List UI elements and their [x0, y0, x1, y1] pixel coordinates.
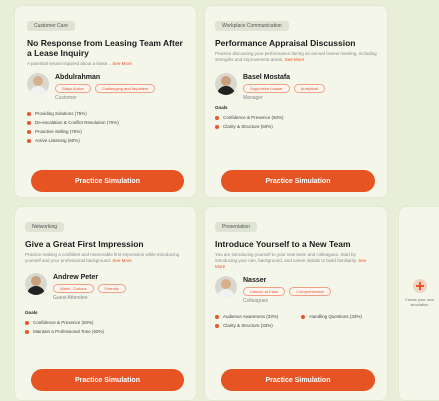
scenario-card[interactable]: Workplace Communication Performance Appr… [204, 5, 388, 198]
persona-trait-pill: Warm, Curious [53, 284, 94, 293]
goal-item: Providing Solutions (75%) [27, 109, 186, 118]
persona-name: Abdulrahman [55, 74, 101, 81]
persona: Basel Mostafa Supportive Leader Analytic… [215, 73, 377, 101]
persona: Nasser Casual, at Ease Comprehensive Col… [215, 276, 377, 304]
practice-simulation-button[interactable]: Practice Simulation [221, 369, 375, 391]
bullet-icon [27, 120, 31, 125]
see-more-link[interactable]: See More [112, 258, 132, 263]
persona: Abdulrahman Stays Active Challenging and… [27, 73, 186, 101]
category-tag: Customer Care [27, 21, 75, 31]
scenario-description: You are introducing yourself to your new… [215, 252, 367, 269]
plus-icon [412, 279, 427, 293]
persona-trait-pill: Friendly [97, 284, 126, 293]
goal-item: Handling Questions (33%) [301, 312, 377, 321]
bullet-icon [27, 111, 31, 116]
scenario-description: Practice discussing your performance dur… [215, 51, 377, 62]
persona-role: Guest Attendee [53, 295, 88, 301]
practice-simulation-button[interactable]: Practice Simulation [221, 170, 375, 192]
persona-role: Customer [55, 95, 77, 101]
bullet-icon [301, 314, 306, 319]
category-tag: Networking [25, 222, 65, 232]
goal-item: Audience Awareness (33%) [215, 312, 293, 321]
persona-trait-pill: Supportive Leader [243, 84, 290, 93]
persona-trait-pill: Challenging and Impatient [94, 84, 156, 93]
bullet-icon [215, 323, 219, 328]
persona-name: Nasser [243, 277, 267, 284]
goals-list: Confidence & Presence (50%) Maintain a P… [25, 318, 186, 336]
goal-item: Clarity & Structure (50%) [215, 122, 377, 131]
avatar [215, 73, 237, 95]
goals-list: Providing Solutions (75%) De-escalation … [27, 109, 186, 145]
scenario-description: Practice making a confident and memorabl… [25, 252, 180, 263]
category-tag: Presentation [215, 222, 258, 232]
persona-role: Manager [243, 95, 263, 101]
avatar [215, 276, 237, 298]
persona-trait-pill: Stays Active [55, 84, 91, 93]
see-more-link[interactable]: See More [285, 57, 305, 62]
persona-trait-pill: Comprehensive [289, 287, 332, 296]
practice-simulation-button[interactable]: Practice Simulation [31, 369, 184, 391]
scenario-card[interactable]: Networking Give a Great First Impression… [14, 206, 197, 401]
bullet-icon [25, 320, 29, 325]
create-simulation-card[interactable]: Create your own simulation [398, 206, 439, 401]
scenario-card[interactable]: Customer Care No Response from Leasing T… [14, 5, 197, 198]
persona-trait-pill: Analytical [293, 84, 325, 93]
scenario-title: Introduce Yourself to a New Team [215, 239, 351, 249]
goal-item: Maintain a Professional Tone (50%) [25, 327, 186, 336]
practice-simulation-button[interactable]: Practice Simulation [31, 170, 184, 192]
category-tag: Workplace Communication [215, 21, 289, 31]
bullet-icon [215, 314, 219, 319]
persona-name: Basel Mostafa [243, 74, 291, 81]
goals-list: Audience Awareness (33%) Handling Questi… [215, 312, 377, 330]
bullet-icon [27, 138, 31, 143]
persona-name: Andrew Peter [53, 274, 99, 281]
scenario-title: Give a Great First Impression [25, 239, 144, 249]
see-more-link[interactable]: See More [112, 61, 132, 66]
goal-item: Confidence & Presence (50%) [215, 113, 377, 122]
persona-role: Colleagues [243, 298, 269, 304]
create-simulation-label: Create your own simulation [404, 297, 435, 307]
goal-item: De-escalation & Conflict Resolution (70%… [27, 118, 186, 127]
persona-trait-pill: Casual, at Ease [243, 287, 286, 296]
goal-item: Proactive Selling (75%) [27, 127, 186, 136]
goal-item: Active Listening (60%) [27, 136, 186, 145]
goal-item: Clarity & Structure (33%) [215, 321, 293, 330]
persona: Andrew Peter Warm, Curious Friendly Gues… [25, 273, 186, 301]
goals-list: Confidence & Presence (50%) Clarity & St… [215, 113, 377, 131]
goals-heading: Goals [25, 310, 38, 315]
goal-item: Confidence & Presence (50%) [25, 318, 186, 327]
bullet-icon [215, 115, 219, 120]
scenario-title: Performance Appraisal Discussion [215, 38, 356, 48]
bullet-icon [25, 329, 29, 334]
avatar [27, 73, 49, 95]
bullet-icon [27, 129, 31, 134]
scenario-card[interactable]: Presentation Introduce Yourself to a New… [204, 206, 388, 401]
avatar [25, 273, 47, 295]
scenario-description: A potential tenant inquired about a leas… [27, 61, 132, 66]
scenario-title: No Response from Leasing Team After a Le… [27, 38, 183, 58]
bullet-icon [215, 124, 219, 129]
goals-heading: Goals [215, 105, 228, 110]
